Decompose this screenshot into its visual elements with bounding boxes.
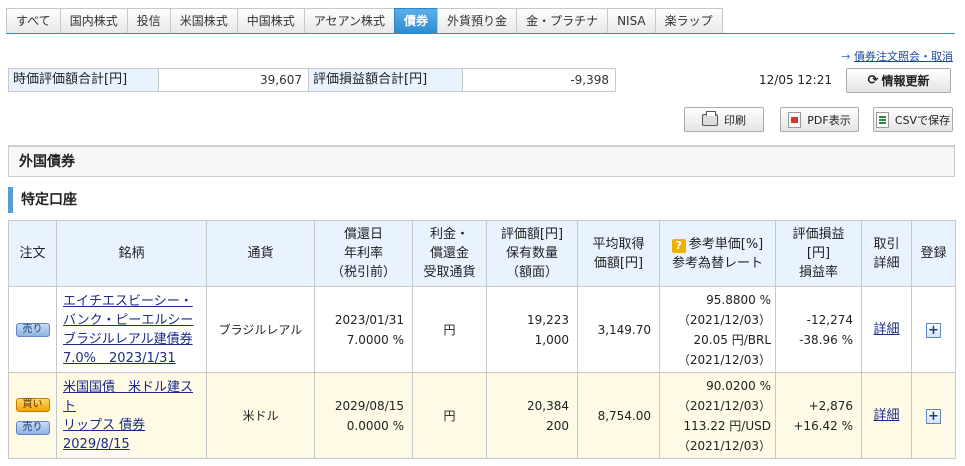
header-valuation: 評価額[円] 保有数量 （額面）: [486, 220, 578, 287]
refresh-icon: ⟳: [867, 73, 879, 88]
header-trade-detail: 取引 詳細: [861, 220, 912, 287]
buy-button[interactable]: 買い: [15, 397, 50, 412]
pl-total-label: 評価損益額合計[円]: [309, 69, 463, 91]
redemption-cell: 2029/08/15 0.0000 %: [314, 372, 413, 459]
table-row: 売り エイチエスビーシー・ バンク・ピーエルシー ブラジルレアル建債券 7.0%…: [8, 286, 956, 373]
bond-name-link[interactable]: エイチエスビーシー・ バンク・ピーエルシー ブラジルレアル建債券 7.0% 20…: [63, 292, 200, 368]
tab-underline: [6, 33, 955, 34]
tab-domestic-stocks[interactable]: 国内株式: [59, 8, 127, 34]
header-interest: 利金・ 償還金 受取通貨: [412, 220, 487, 287]
pdf-icon: [788, 111, 802, 128]
summary-bar: 時価評価額合計[円] 39,607 評価損益額合計[円] -9,398: [8, 68, 616, 92]
help-icon[interactable]: ?: [671, 238, 686, 253]
tab-china-stocks[interactable]: 中国株式: [236, 8, 304, 34]
trade-detail-cell: 詳細: [861, 286, 912, 373]
header-pl: 評価損益 [円] 損益率: [775, 220, 862, 287]
bond-order-inquiry-label[interactable]: 債券注文照会・取消: [854, 50, 953, 63]
pl-cell: -12,274 -38.96 %: [775, 286, 862, 373]
table-header-row: 注文 銘柄 通貨 償還日 年利率 （税引前） 利金・ 償還金 受取通貨 評価額[…: [8, 220, 956, 287]
receipt-currency-cell: 円: [412, 372, 487, 459]
receipt-currency-cell: 円: [412, 286, 487, 373]
tab-foreign-deposits[interactable]: 外貨預り金: [437, 8, 517, 34]
header-redemption: 償還日 年利率 （税引前）: [314, 220, 413, 287]
header-order: 注文: [8, 220, 57, 287]
printer-icon: [702, 110, 718, 126]
currency-cell: ブラジルレアル: [206, 286, 315, 373]
refresh-button[interactable]: ⟳ 情報更新: [846, 68, 951, 93]
tab-nisa[interactable]: NISA: [607, 8, 655, 34]
bond-name-cell: 米国国債 米ドル建スト リップス 債券 2029/8/15: [56, 372, 207, 459]
pdf-button-label: PDF表示: [807, 113, 851, 127]
tab-asean-stocks[interactable]: アセアン株式: [303, 8, 395, 34]
detail-link[interactable]: 詳細: [873, 322, 899, 337]
valuation-cell: 20,384 200: [486, 372, 578, 459]
tab-gold-platinum[interactable]: 金・プラチナ: [516, 8, 608, 34]
bond-name-cell: エイチエスビーシー・ バンク・ピーエルシー ブラジルレアル建債券 7.0% 20…: [56, 286, 207, 373]
order-cell: 買い 売り: [8, 372, 57, 459]
print-button[interactable]: 印刷: [684, 107, 764, 132]
ref-price-cell: 95.8800 % （2021/12/03） 20.05 円/BRL （2021…: [659, 286, 776, 373]
tab-us-stocks[interactable]: 米国株式: [169, 8, 237, 34]
bond-name-link[interactable]: 米国国債 米ドル建スト リップス 債券 2029/8/15: [63, 378, 200, 454]
csv-button[interactable]: CSVで保存: [873, 107, 953, 132]
register-cell: +: [911, 286, 956, 373]
redemption-cell: 2023/01/31 7.0000 %: [314, 286, 413, 373]
ref-price-cell: 90.0200 % （2021/12/03） 113.22 円/USD （202…: [659, 372, 776, 459]
header-ref-price: ? 参考単価[%] 参考為替レート: [659, 220, 776, 287]
section-title: 外国債券: [8, 145, 955, 177]
valuation-total-value: 39,607: [159, 69, 309, 91]
trade-detail-cell: 詳細: [861, 372, 912, 459]
print-button-label: 印刷: [724, 113, 746, 127]
tab-funds[interactable]: 投信: [126, 8, 170, 34]
sell-button[interactable]: 売り: [15, 323, 50, 337]
avg-cost-cell: 8,754.00: [577, 372, 660, 459]
header-register: 登録: [911, 220, 956, 287]
pdf-button[interactable]: PDF表示: [780, 107, 859, 132]
order-cell: 売り: [8, 286, 57, 373]
csv-button-label: CSVで保存: [894, 113, 951, 127]
header-avg-cost: 平均取得 価額[円]: [577, 220, 660, 287]
refresh-button-label: 情報更新: [881, 74, 930, 88]
detail-link[interactable]: 詳細: [873, 408, 899, 423]
arrow-right-icon: →: [841, 50, 851, 63]
holdings-table: 注文 銘柄 通貨 償還日 年利率 （税引前） 利金・ 償還金 受取通貨 評価額[…: [8, 220, 956, 459]
account-title: 特定口座: [8, 187, 955, 213]
header-currency: 通貨: [206, 220, 315, 287]
bond-order-inquiry-link[interactable]: → 債券注文照会・取消: [841, 48, 953, 64]
avg-cost-cell: 3,149.70: [577, 286, 660, 373]
tab-all[interactable]: すべて: [6, 8, 60, 34]
valuation-total-label: 時価評価額合計[円]: [9, 69, 159, 91]
asset-tabs: すべて 国内株式 投信 米国株式 中国株式 アセアン株式 債券 外貨預り金 金・…: [6, 8, 723, 34]
spreadsheet-icon: [875, 111, 889, 128]
pl-cell: +2,876 +16.42 %: [775, 372, 862, 459]
currency-cell: 米ドル: [206, 372, 315, 459]
tab-rakuwrap[interactable]: 楽ラップ: [654, 8, 723, 34]
table-row: 買い 売り 米国国債 米ドル建スト リップス 債券 2029/8/15 米ドル …: [8, 372, 956, 459]
add-register-button[interactable]: +: [926, 408, 941, 424]
sell-button[interactable]: 売り: [15, 420, 50, 435]
valuation-cell: 19,223 1,000: [486, 286, 578, 373]
add-register-button[interactable]: +: [926, 322, 941, 338]
tab-bonds[interactable]: 債券: [394, 8, 438, 34]
header-name: 銘柄: [56, 220, 207, 287]
update-timestamp: 12/05 12:21: [759, 73, 832, 87]
pl-total-value: -9,398: [570, 73, 609, 87]
register-cell: +: [911, 372, 956, 459]
